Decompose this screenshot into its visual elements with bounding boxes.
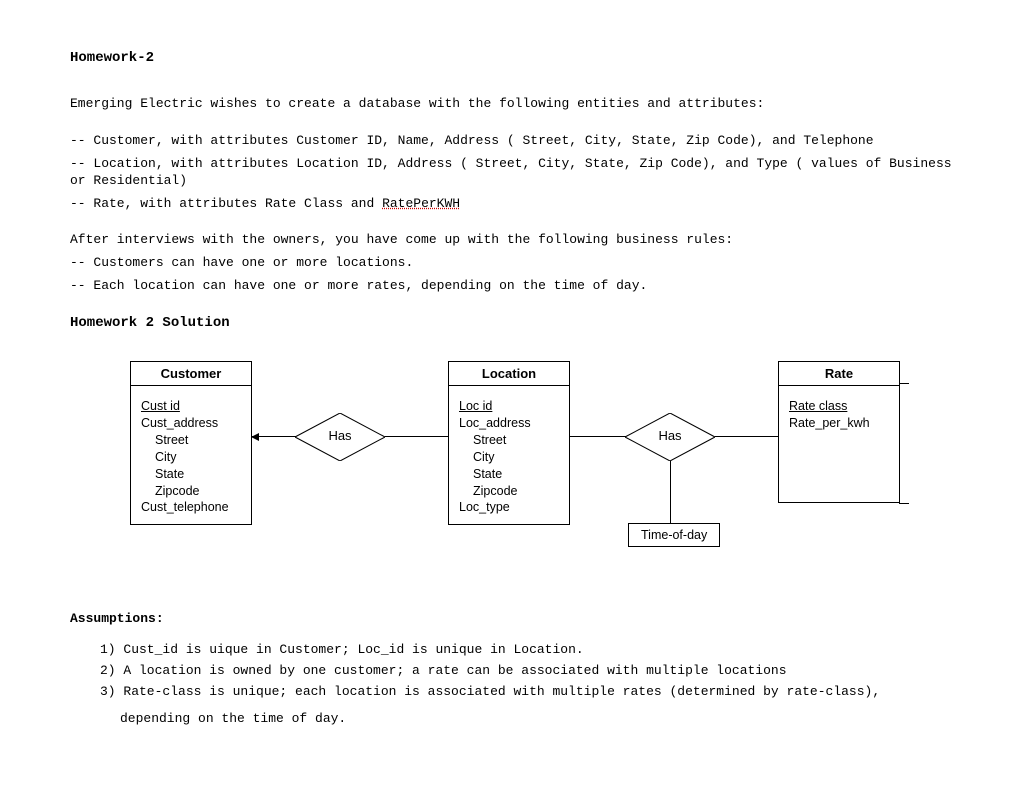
attr-loc-type: Loc_type [459, 499, 559, 516]
relationship-has-1: Has [295, 413, 385, 461]
rule-1: -- Customers can have one or more locati… [70, 255, 954, 272]
attr-loc-zip: Zipcode [459, 483, 559, 500]
attr-loc-city: City [459, 449, 559, 466]
entity-rate: Rate Rate class Rate_per_kwh [778, 361, 900, 503]
assumption-3-cont: depending on the time of day. [120, 709, 954, 730]
attr-loc-address: Loc_address [459, 415, 559, 432]
tick-rate-top [899, 383, 909, 384]
entity-customer: Customer Cust id Cust_address Street Cit… [130, 361, 252, 525]
attr-cust-id: Cust id [141, 398, 241, 415]
bullet-customer: -- Customer, with attributes Customer ID… [70, 133, 954, 150]
attr-cust-city: City [141, 449, 241, 466]
attr-cust-zip: Zipcode [141, 483, 241, 500]
arrowhead-to-customer-icon [251, 433, 259, 441]
edge-has-location [385, 436, 448, 437]
attr-cust-street: Street [141, 432, 241, 449]
er-diagram: Customer Cust id Cust_address Street Cit… [70, 361, 954, 581]
attr-loc-state: State [459, 466, 559, 483]
attr-rate-class: Rate class [789, 398, 889, 415]
tick-rate-bottom [899, 503, 909, 504]
solution-title: Homework 2 Solution [70, 315, 954, 331]
attr-cust-state: State [141, 466, 241, 483]
rateperkwh-text: RatePerKWH [382, 196, 460, 211]
assumption-1: 1) Cust_id is uique in Customer; Loc_id … [100, 640, 954, 661]
bullet-rate-prefix: -- Rate, with attributes Rate Class and [70, 196, 382, 211]
attr-cust-address: Cust_address [141, 415, 241, 432]
relationship-has-1-label: Has [295, 428, 385, 443]
entity-rate-title: Rate [779, 362, 899, 386]
attribute-time-of-day: Time-of-day [628, 523, 720, 547]
assumption-2: 2) A location is owned by one customer; … [100, 661, 954, 682]
attr-loc-id: Loc id [459, 398, 559, 415]
rules-intro: After interviews with the owners, you ha… [70, 232, 954, 249]
rule-2: -- Each location can have one or more ra… [70, 278, 954, 295]
page-title: Homework-2 [70, 50, 954, 66]
bullet-rate: -- Rate, with attributes Rate Class and … [70, 196, 954, 213]
bullet-location: -- Location, with attributes Location ID… [70, 156, 954, 190]
assumptions-list: 1) Cust_id is uique in Customer; Loc_id … [100, 640, 954, 729]
attr-loc-street: Street [459, 432, 559, 449]
intro-paragraph: Emerging Electric wishes to create a dat… [70, 96, 954, 113]
assumptions-heading: Assumptions: [70, 611, 954, 626]
relationship-has-2-label: Has [625, 428, 715, 443]
edge-location-has2 [569, 436, 630, 437]
entity-location-title: Location [449, 362, 569, 386]
attr-cust-telephone: Cust_telephone [141, 499, 241, 516]
entity-location: Location Loc id Loc_address Street City … [448, 361, 570, 525]
relationship-has-2: Has [625, 413, 715, 461]
attr-rate-per-kwh: Rate_per_kwh [789, 415, 889, 432]
assumption-3: 3) Rate-class is unique; each location i… [100, 682, 954, 703]
edge-has2-timeofday [670, 461, 671, 523]
entity-customer-title: Customer [131, 362, 251, 386]
edge-has2-rate [715, 436, 778, 437]
